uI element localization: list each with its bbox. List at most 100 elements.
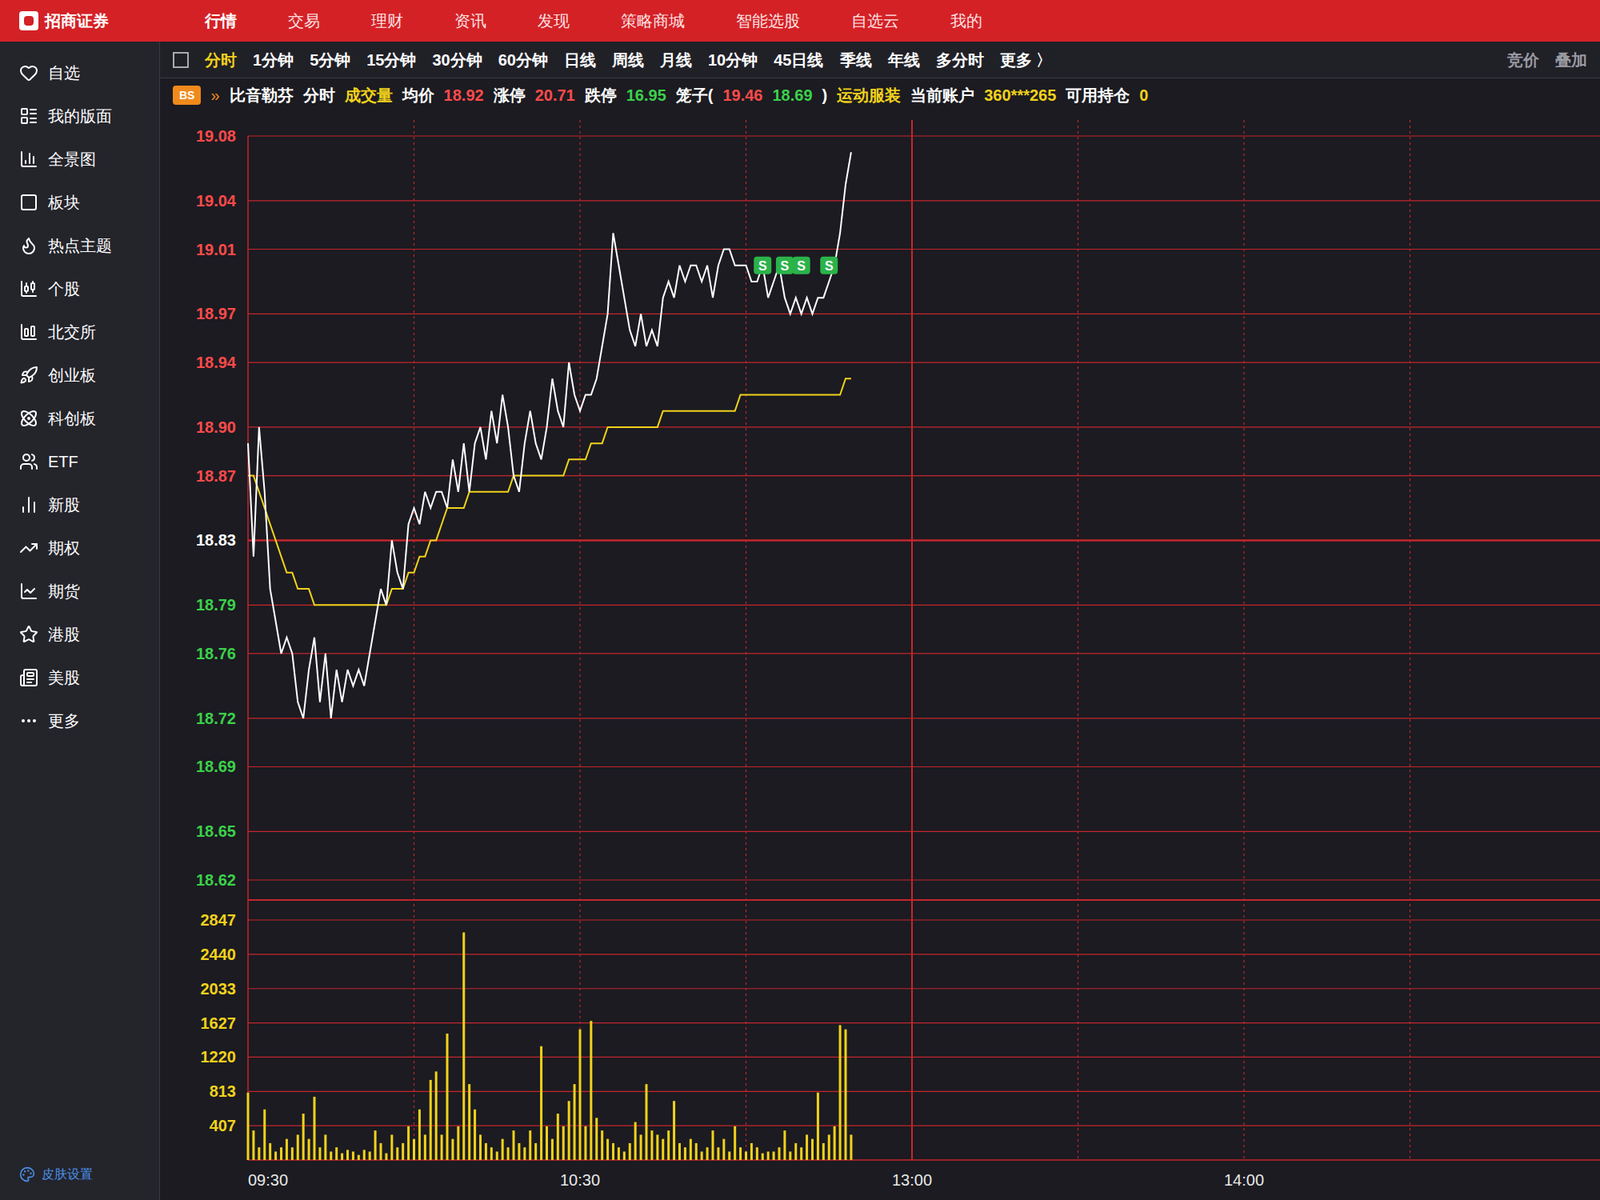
volume-bar: [623, 1151, 626, 1160]
logo[interactable]: 招商证券: [19, 9, 164, 32]
volume-bar: [833, 1126, 836, 1160]
sell-signal[interactable]: S: [820, 256, 838, 275]
menu-item[interactable]: 发现: [528, 9, 580, 32]
info-text: 比音勒芬: [229, 84, 294, 107]
bs-badge[interactable]: BS: [172, 85, 201, 105]
sidebar-item[interactable]: 科创板: [0, 396, 160, 440]
menu-item[interactable]: 资讯: [444, 9, 496, 32]
volume-bar: [501, 1139, 504, 1160]
toolbar-button[interactable]: 竞价: [1507, 48, 1540, 72]
sidebar-item[interactable]: 新股: [0, 483, 160, 527]
info-text: 当前账户: [910, 84, 975, 107]
period-tab[interactable]: 季线: [840, 48, 872, 72]
price-tick: 19.01: [196, 240, 1600, 259]
menu-item[interactable]: 策略商城: [611, 9, 695, 32]
sidebar-item[interactable]: 个股: [0, 267, 160, 311]
sidebar-item[interactable]: 板块: [0, 180, 160, 224]
volume-bar: [346, 1149, 349, 1160]
volume-bar: [407, 1126, 410, 1160]
top-menu-bar: 招商证券 行情 交易 理财 资讯 发现 策略商城 智能选股 自选云 我的: [0, 0, 1600, 42]
volume-bar: [468, 1084, 471, 1160]
sidebar-item-icon: [19, 106, 39, 126]
period-tab[interactable]: 15分钟: [366, 48, 416, 72]
menu-item[interactable]: 智能选股: [726, 9, 810, 32]
period-tab[interactable]: 多分时: [936, 48, 984, 72]
sidebar-item[interactable]: 期权: [0, 526, 160, 570]
period-tab[interactable]: 5分钟: [309, 48, 351, 72]
time-label: 09:30: [248, 1171, 288, 1189]
skin-settings[interactable]: 皮肤设置: [0, 1158, 160, 1191]
volume-bar: [363, 1149, 366, 1160]
menu-item[interactable]: 自选云: [841, 9, 909, 32]
sidebar-item[interactable]: 港股: [0, 612, 160, 656]
menu-item[interactable]: 我的: [940, 9, 992, 32]
volume-bar: [252, 1130, 255, 1160]
menu-item[interactable]: 行情: [195, 9, 247, 32]
sidebar-item-icon: [19, 63, 39, 83]
sidebar-item[interactable]: 创业板: [0, 353, 160, 397]
info-text: 运动服装: [836, 84, 901, 107]
sidebar-item[interactable]: 期货: [0, 569, 160, 613]
period-tab[interactable]: 10分钟: [708, 48, 758, 72]
period-tab[interactable]: 更多 〉: [1000, 48, 1053, 72]
sidebar-item-icon: [19, 236, 39, 256]
volume-bar: [308, 1139, 311, 1160]
volume-baseline: [248, 1159, 1600, 1161]
period-tab[interactable]: 60分钟: [498, 48, 548, 72]
volume-bar: [335, 1147, 338, 1160]
volume-bar: [695, 1143, 698, 1160]
volume-bar: [380, 1143, 383, 1160]
volume-bar: [767, 1151, 770, 1160]
panel-toggle-icon[interactable]: [172, 52, 189, 68]
toolbar-button[interactable]: 叠加: [1555, 48, 1588, 72]
volume-bar: [716, 1147, 720, 1160]
svg-text:18.97: 18.97: [196, 304, 236, 323]
volume-bar: [828, 1134, 831, 1160]
volume-bar: [368, 1151, 372, 1160]
sidebar-item[interactable]: 美股: [0, 656, 160, 700]
period-tab[interactable]: 年线: [888, 48, 920, 72]
volume-bar: [473, 1109, 476, 1160]
sell-signal[interactable]: S: [792, 256, 811, 275]
menu-item[interactable]: 交易: [278, 9, 330, 32]
volume-bar: [396, 1147, 399, 1160]
sidebar-item[interactable]: 我的版面: [0, 94, 160, 138]
sidebar-item-icon: [19, 624, 39, 644]
intraday-chart[interactable]: 19.0819.0419.0118.9718.9418.9018.8718.83…: [160, 112, 1600, 1200]
period-tab[interactable]: 45日线: [773, 48, 824, 72]
period-tab[interactable]: 周线: [612, 48, 644, 72]
volume-bar: [462, 932, 465, 1160]
volume-bar: [384, 1153, 388, 1160]
collapse-button[interactable]: »: [210, 84, 220, 107]
price-tick: 18.65: [196, 822, 1600, 840]
info-bar: BS»比音勒芬分时成交量均价18.92涨停20.71跌停16.95笼子(19.4…: [160, 78, 1600, 112]
volume-bar: [568, 1100, 571, 1160]
volume-bar: [329, 1151, 332, 1160]
sell-signal[interactable]: S: [753, 256, 772, 275]
sell-signal[interactable]: S: [776, 256, 794, 275]
palette-icon: [19, 1166, 36, 1183]
volume-tick: 813: [209, 1082, 1600, 1100]
svg-text:2847: 2847: [200, 911, 237, 929]
volume-bar: [839, 1024, 842, 1160]
sidebar-item[interactable]: 热点主题: [0, 224, 160, 268]
time-label: 13:00: [892, 1171, 932, 1189]
sidebar-item[interactable]: 自选: [0, 51, 160, 95]
period-tab[interactable]: 月线: [660, 48, 692, 72]
volume-bar: [661, 1139, 664, 1160]
sidebar-item[interactable]: 北交所: [0, 310, 160, 354]
volume-bar: [573, 1084, 576, 1160]
period-tab[interactable]: 1分钟: [252, 48, 294, 72]
menu-item[interactable]: 理财: [361, 9, 413, 32]
volume-bar: [357, 1155, 360, 1160]
price-tick: 18.94: [196, 353, 1600, 372]
period-tab[interactable]: 30分钟: [432, 48, 483, 72]
period-tab[interactable]: 日线: [564, 48, 596, 72]
sidebar-item[interactable]: ETF: [0, 440, 160, 484]
period-tab[interactable]: 分时: [204, 48, 237, 72]
sidebar-item[interactable]: 更多: [0, 699, 160, 743]
volume-bar: [562, 1126, 565, 1160]
sidebar-item-icon: [19, 668, 39, 688]
volume-bar: [424, 1134, 427, 1160]
sidebar-item[interactable]: 全景图: [0, 137, 160, 181]
